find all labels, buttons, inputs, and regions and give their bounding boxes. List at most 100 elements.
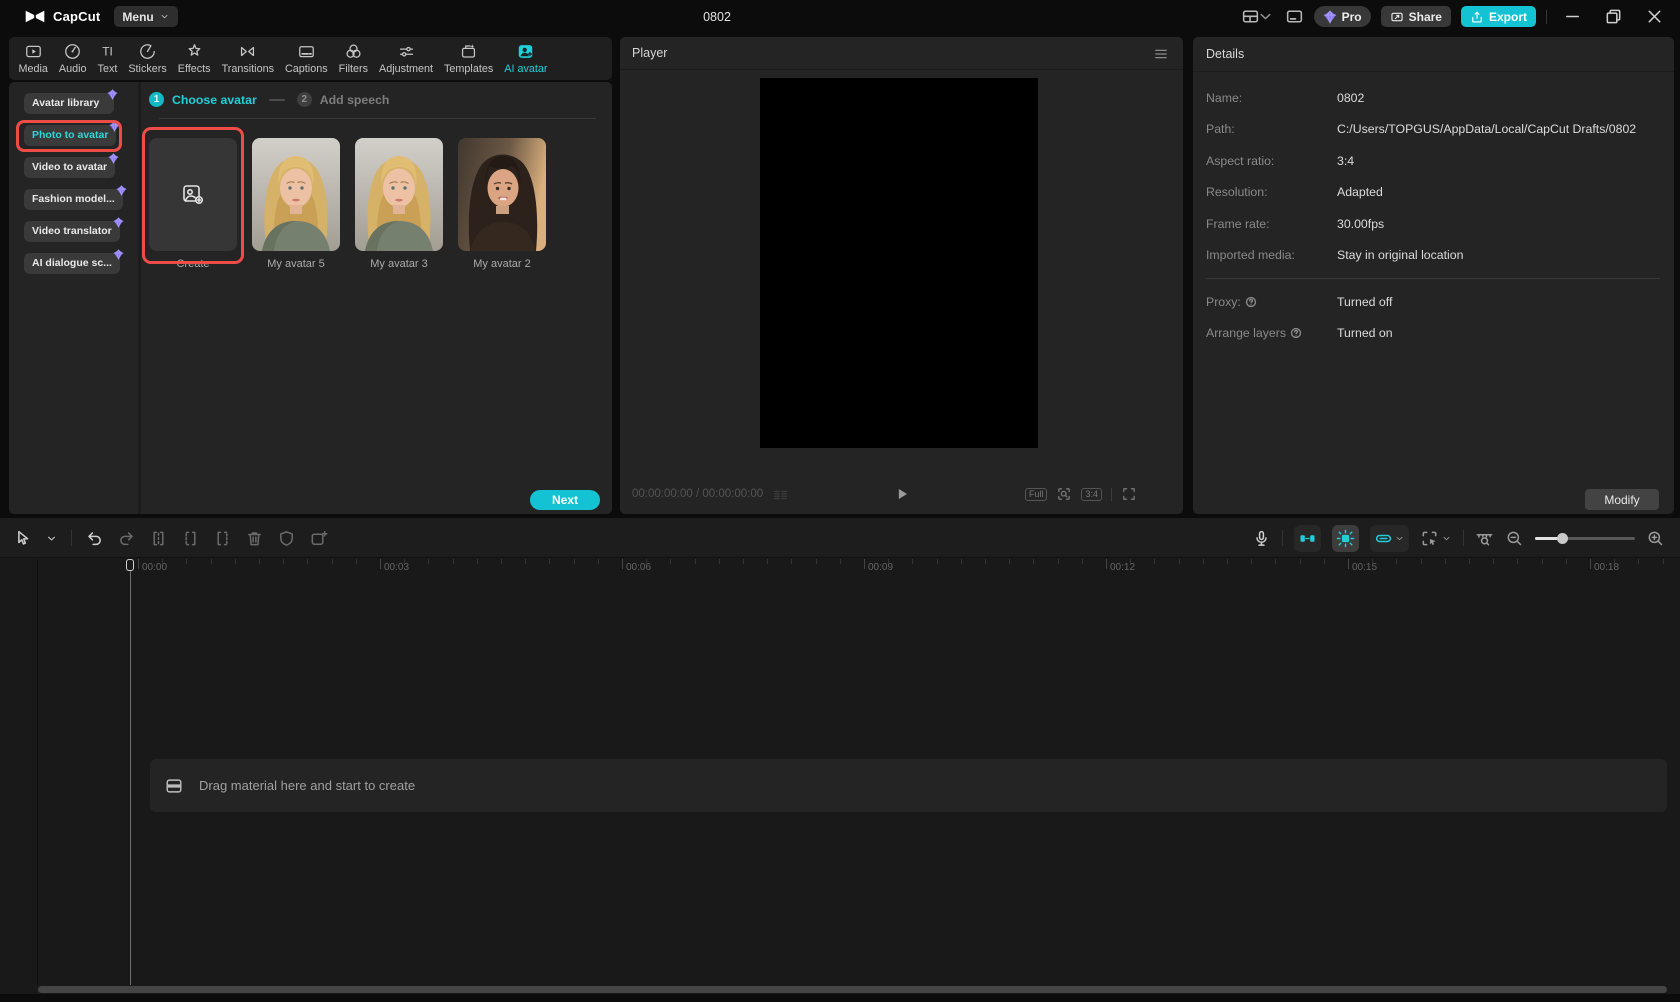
ratio-badge[interactable]: 3:4 <box>1081 488 1102 501</box>
modify-button[interactable]: Modify <box>1585 489 1659 510</box>
avatar-card-wrap: My avatar 2 <box>458 138 546 270</box>
tab-ai-avatar[interactable]: AI avatar <box>499 42 553 75</box>
tab-stickers[interactable]: Stickers <box>123 42 172 75</box>
split-delete-left-button[interactable] <box>181 529 200 548</box>
playhead-handle[interactable] <box>126 559 134 571</box>
split-button[interactable] <box>149 529 168 548</box>
frame-list-icon[interactable] <box>772 487 789 504</box>
horizontal-scrollbar[interactable] <box>38 986 1667 993</box>
ruler-minor-tick <box>211 559 212 564</box>
avatar-card-my-avatar-5[interactable] <box>252 138 340 251</box>
share-button[interactable]: Share <box>1381 6 1451 27</box>
fullscreen-icon[interactable] <box>1121 486 1137 502</box>
split-delete-right-button[interactable] <box>213 529 232 548</box>
play-button[interactable] <box>893 485 911 503</box>
select-box-button[interactable] <box>1420 529 1452 548</box>
redo-button[interactable] <box>117 529 136 548</box>
timeline-zoom-slider[interactable] <box>1535 525 1635 552</box>
mask-button[interactable] <box>277 529 296 548</box>
tab-adjustment[interactable]: Adjustment <box>374 42 439 75</box>
ruler-minor-tick <box>1614 559 1615 564</box>
ruler-major-tick <box>622 559 623 569</box>
mic-button[interactable] <box>1252 529 1271 548</box>
link-button[interactable] <box>1370 525 1409 552</box>
zoom-in-button[interactable] <box>1646 529 1665 548</box>
auto-snap-button[interactable] <box>1332 525 1359 552</box>
ruler-minor-tick <box>1251 559 1252 564</box>
tab-filters[interactable]: Filters <box>333 42 373 75</box>
tab-transitions[interactable]: Transitions <box>216 42 279 75</box>
avatar-card-wrap: My avatar 5 <box>252 138 340 270</box>
create-avatar-button[interactable] <box>149 138 237 251</box>
layout-switch-button[interactable] <box>1241 7 1275 26</box>
panel-layout-button[interactable] <box>1285 7 1304 26</box>
next-button[interactable]: Next <box>530 490 600 510</box>
tab-audio[interactable]: Audio <box>53 42 92 75</box>
help-icon[interactable] <box>1290 327 1302 339</box>
ruler-minor-tick <box>259 559 260 564</box>
sidebar-item-label: AI dialogue sc... <box>32 257 112 269</box>
ruler-label: 00:18 <box>1594 562 1619 573</box>
ruler-minor-tick <box>1421 559 1422 564</box>
ruler-minor-tick <box>332 559 333 564</box>
timeline-ruler[interactable]: 00:0000:0300:0600:0900:1200:1500:18 <box>0 559 1680 579</box>
preview-axis-button[interactable] <box>1475 529 1494 548</box>
magnet-icon <box>1298 529 1317 548</box>
zoom-fit-icon[interactable] <box>1056 486 1072 502</box>
tab-text[interactable]: TIText <box>92 42 123 75</box>
gem-badge-icon <box>113 249 124 260</box>
share-icon <box>1390 10 1404 24</box>
sidebar-item-video-translator[interactable]: Video translator <box>24 221 120 242</box>
sidebar-item-label: Avatar library <box>32 97 99 109</box>
tab-captions[interactable]: Captions <box>279 42 333 75</box>
details-row-path: Path:C:/Users/TOPGUS/AppData/Local/CapCu… <box>1206 114 1660 146</box>
avatar-card-label: My avatar 3 <box>355 258 443 270</box>
link-icon <box>1374 529 1393 548</box>
tab-templates[interactable]: Templates <box>439 42 499 75</box>
minimize-button[interactable] <box>1557 7 1588 26</box>
app-name: CapCut <box>53 9 100 24</box>
delete-button[interactable] <box>245 529 264 548</box>
menu-button[interactable]: Menu <box>114 6 177 27</box>
sidebar-item-avatar-library[interactable]: Avatar library <box>24 93 114 114</box>
ruler-label: 00:00 <box>142 562 167 573</box>
avatar-card-my-avatar-2[interactable] <box>458 138 546 251</box>
divider <box>71 530 72 546</box>
sidebar-item-video-to-avatar[interactable]: Video to avatar <box>24 157 115 178</box>
export-clip-button[interactable] <box>309 529 328 548</box>
help-icon[interactable] <box>1245 296 1257 308</box>
step-separator <box>269 99 285 101</box>
magnet-button[interactable] <box>1294 525 1321 552</box>
slider-handle[interactable] <box>1557 533 1568 544</box>
export-button[interactable]: Export <box>1461 6 1536 27</box>
tab-media[interactable]: Media <box>13 42 53 75</box>
create-card-label: Create <box>149 258 237 270</box>
undo-button[interactable] <box>85 529 104 548</box>
ruler-minor-tick <box>1663 559 1664 564</box>
chevron-down-button[interactable] <box>45 532 58 545</box>
zoom-out-icon <box>1505 529 1524 548</box>
avatar-card-wrap: My avatar 3 <box>355 138 443 270</box>
sidebar-item-ai-dialogue-sc[interactable]: AI dialogue sc... <box>24 253 120 274</box>
details-label: Name: <box>1206 91 1337 105</box>
details-panel: Details Name:0802Path:C:/Users/TOPGUS/Ap… <box>1193 37 1674 514</box>
drop-zone[interactable]: Drag material here and start to create <box>150 759 1667 812</box>
fit-mode-badge[interactable]: Full <box>1025 488 1048 501</box>
sidebar-item-fashion-model[interactable]: Fashion model... <box>24 189 123 210</box>
track-header-divider <box>37 559 38 986</box>
avatar-card-my-avatar-3[interactable] <box>355 138 443 251</box>
arrow-cursor-button[interactable] <box>13 529 32 548</box>
pro-badge[interactable]: Pro <box>1314 6 1371 27</box>
restore-button[interactable] <box>1598 7 1629 26</box>
tab-effects[interactable]: Effects <box>172 42 216 75</box>
details-label-text: Imported media: <box>1206 248 1295 262</box>
tab-label: Transitions <box>222 63 274 75</box>
sidebar-item-photo-to-avatar[interactable]: Photo to avatar <box>24 125 116 146</box>
ruler-minor-tick <box>937 559 938 564</box>
create-card-wrap: Create <box>149 138 237 270</box>
sidebar-item-label: Video to avatar <box>32 161 107 173</box>
hamburger-menu-icon[interactable] <box>1153 46 1169 62</box>
ruler-minor-tick <box>791 559 792 564</box>
zoom-out-button[interactable] <box>1505 529 1524 548</box>
close-button[interactable] <box>1639 7 1670 26</box>
